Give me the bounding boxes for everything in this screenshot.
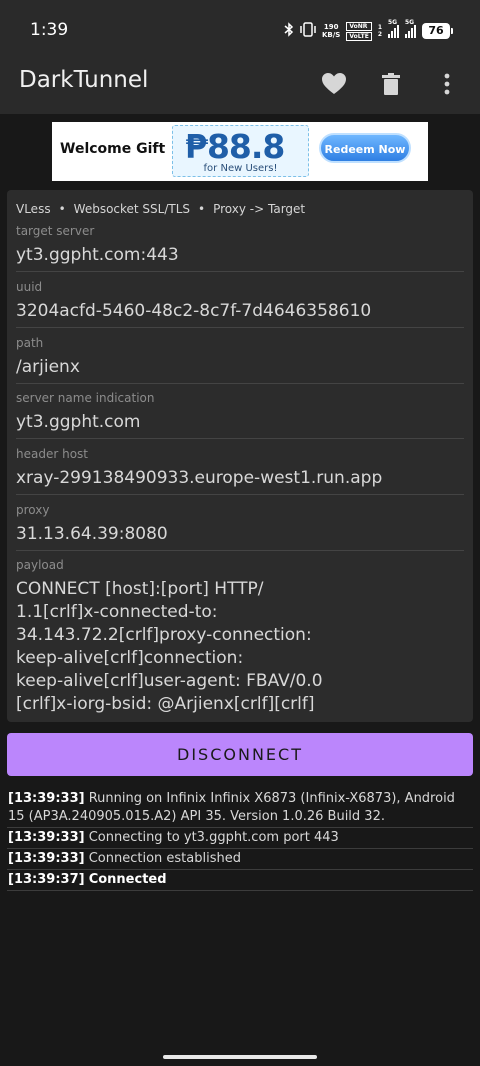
field-path[interactable]: path /arjienx xyxy=(16,336,464,384)
separator: • xyxy=(198,202,206,216)
sim-labels: 1 2 xyxy=(378,24,382,38)
protocol-summary: VLess • Websocket SSL/TLS • Proxy -> Target xyxy=(16,202,305,216)
field-label: uuid xyxy=(16,280,43,294)
field-value: yt3.ggpht.com xyxy=(16,412,141,432)
vibrate-icon xyxy=(300,22,316,40)
ad-title: Welcome Gift xyxy=(60,141,166,157)
vonr-badge: VoNR xyxy=(346,21,372,31)
log-timestamp: [13:39:33] xyxy=(8,851,85,866)
field-uuid[interactable]: uuid 3204acfd-5460-48c2-8c7f-7d464635861… xyxy=(16,280,464,328)
field-value: xray-299138490933.europe-west1.run.app xyxy=(16,468,383,488)
field-value: yt3.ggpht.com:443 xyxy=(16,245,179,265)
home-indicator[interactable] xyxy=(163,1055,317,1059)
network-type-1: 5G xyxy=(388,19,398,26)
app-bar: DarkTunnel xyxy=(0,58,480,114)
status-icons: 190 KB/S VoNR VoLTE 1 2 5G 5G 76 xyxy=(284,19,453,41)
field-payload[interactable]: payload CONNECT [host]:[port] HTTP/ 1.1[… xyxy=(16,558,464,716)
bluetooth-icon xyxy=(284,22,294,40)
log-row: [13:39:33] Connecting to yt3.ggpht.com p… xyxy=(7,828,473,849)
status-bar: 1:39 190 KB/S VoNR VoLTE 1 2 5G 5G 76 xyxy=(0,0,480,58)
log-timestamp: [13:39:33] xyxy=(8,830,85,845)
payload-line: keep-alive[crlf]user-agent: FBAV/0.0 xyxy=(16,671,323,691)
field-label: target server xyxy=(16,224,95,238)
log-row: [13:39:33] Running on Infinix Infinix X6… xyxy=(7,789,473,828)
network-speed-value: 190 xyxy=(323,23,339,31)
field-server-name-indication[interactable]: server name indication yt3.ggpht.com xyxy=(16,391,464,439)
network-type-2: 5G xyxy=(405,19,415,26)
field-proxy[interactable]: proxy 31.13.64.39:8080 xyxy=(16,503,464,551)
field-label: payload xyxy=(16,558,64,572)
field-header-host[interactable]: header host xray-299138490933.europe-wes… xyxy=(16,447,464,495)
field-divider xyxy=(16,383,464,384)
ad-redeem-button[interactable]: Redeem Now xyxy=(319,133,411,163)
signal-icon-2: 5G xyxy=(405,19,416,38)
volte-badge: VoLTE xyxy=(346,31,372,41)
log-timestamp: [13:39:33] xyxy=(8,791,85,806)
transport-label: Websocket SSL/TLS xyxy=(73,202,191,216)
payload-line: CONNECT [host]:[port] HTTP/ xyxy=(16,579,264,599)
payload-line: keep-alive[crlf]connection: xyxy=(16,648,244,668)
network-speed: 190 KB/S xyxy=(322,23,340,39)
log-message: Connection established xyxy=(88,851,241,866)
field-value: /arjienx xyxy=(16,357,80,377)
field-target-server[interactable]: target server yt3.ggpht.com:443 xyxy=(16,224,464,272)
ad-banner[interactable]: Welcome Gift ₱88.8 for New Users! Redeem… xyxy=(52,122,428,181)
log-row: [13:39:37] Connected xyxy=(7,870,473,891)
ad-subtitle: for New Users! xyxy=(203,163,278,174)
more-options-button[interactable] xyxy=(427,64,467,104)
field-value: 3204acfd-5460-48c2-8c7f-7d4646358610 xyxy=(16,301,372,321)
status-time: 1:39 xyxy=(30,20,69,40)
signal-icon: 5G xyxy=(388,19,399,38)
field-divider xyxy=(16,327,464,328)
more-vert-icon xyxy=(444,73,450,95)
mode-label: Proxy -> Target xyxy=(213,202,306,216)
network-speed-unit: KB/S xyxy=(321,31,341,39)
log-timestamp: [13:39:37] xyxy=(8,872,85,887)
favorite-button[interactable] xyxy=(314,64,354,104)
log-message: Connecting to yt3.ggpht.com port 443 xyxy=(88,830,339,845)
field-divider xyxy=(16,438,464,439)
payload-line: [crlf]x-iorg-bsid: @Arjienx[crlf][crlf] xyxy=(16,694,315,714)
field-label: header host xyxy=(16,447,88,461)
trash-icon xyxy=(382,73,400,95)
sim2-label: 2 xyxy=(377,31,382,38)
heart-icon xyxy=(322,73,346,94)
field-label: server name indication xyxy=(16,391,155,405)
field-value: 31.13.64.39:8080 xyxy=(16,524,168,544)
connection-log: [13:39:33] Running on Infinix Infinix X6… xyxy=(7,789,473,891)
disconnect-button[interactable]: DISCONNECT xyxy=(7,733,473,776)
protocol-label: VLess xyxy=(16,202,51,216)
payload-line: 34.143.72.2[crlf]proxy-connection: xyxy=(16,625,312,645)
sim1-label: 1 xyxy=(377,24,382,31)
volte-badges: VoNR VoLTE xyxy=(346,21,372,41)
log-row: [13:39:33] Connection established xyxy=(7,849,473,870)
config-card: VLess • Websocket SSL/TLS • Proxy -> Target … xyxy=(7,190,473,722)
ad-amount: ₱88.8 xyxy=(185,127,285,166)
payload-value: CONNECT [host]:[port] HTTP/ 1.1[crlf]x-c… xyxy=(16,578,356,716)
ad-amount-box: ₱88.8 for New Users! xyxy=(172,125,309,177)
field-divider xyxy=(16,271,464,272)
field-label: path xyxy=(16,336,44,350)
payload-line: 1.1[crlf]x-connected-to: xyxy=(16,602,218,622)
battery-icon: 76 xyxy=(422,23,453,39)
field-label: proxy xyxy=(16,503,50,517)
field-divider xyxy=(16,494,464,495)
field-divider xyxy=(16,550,464,551)
delete-button[interactable] xyxy=(371,64,411,104)
separator: • xyxy=(58,202,66,216)
log-message: Connected xyxy=(88,872,167,887)
app-title: DarkTunnel xyxy=(19,67,149,93)
